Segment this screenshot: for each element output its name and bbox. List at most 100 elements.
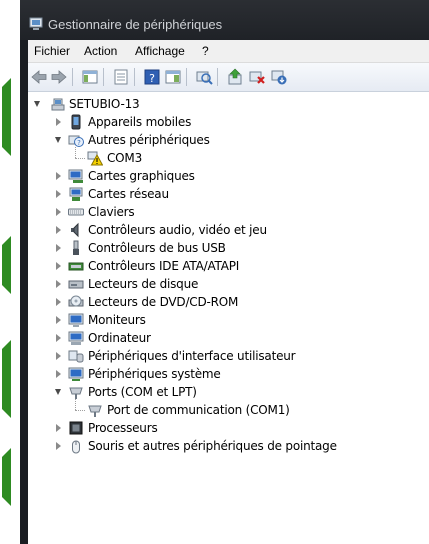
disk-drive-icon	[68, 280, 84, 289]
expand-arrow-icon[interactable]	[56, 316, 61, 324]
toolbar: ?	[28, 63, 429, 92]
menu-file[interactable]: Fichier	[34, 44, 70, 58]
expand-arrow-icon[interactable]	[34, 101, 40, 107]
tree-item[interactable]: Lecteurs de disque	[28, 275, 429, 293]
toolbar-separator	[186, 68, 187, 86]
tree-item-label: Périphériques système	[88, 367, 221, 381]
tree-item-label: Contrôleurs audio, vidéo et jeu	[88, 223, 267, 237]
port-icon	[88, 405, 102, 417]
device-tree: SETUBIO-13 Appareils mobiles? Autres péri…	[28, 92, 429, 544]
tree-item-label: Cartes graphiques	[88, 169, 195, 183]
tree-item[interactable]: Cartes réseau	[28, 185, 429, 203]
device-manager-window: Gestionnaire de périphériques Fichier Ac…	[20, 0, 429, 544]
tree-child-item[interactable]: COM3	[28, 147, 429, 167]
back-arrow-icon[interactable]	[30, 68, 48, 86]
help-icon[interactable]: ?	[143, 68, 161, 86]
expand-arrow-icon[interactable]	[56, 370, 61, 378]
expand-arrow-icon[interactable]	[56, 208, 61, 216]
processor-icon	[69, 421, 83, 435]
collapse-arrow-icon[interactable]	[55, 137, 61, 143]
warning-device-icon	[87, 151, 103, 166]
port-icon	[69, 387, 83, 399]
tree-item[interactable]: Cartes graphiques	[28, 167, 429, 185]
monitor-icon	[68, 313, 84, 327]
tree-child-item[interactable]: Port de communication (COM1)	[28, 399, 429, 419]
window-title: Gestionnaire de périphériques	[48, 17, 223, 32]
toolbar-separator	[217, 68, 218, 86]
tree-connector	[75, 158, 85, 159]
toolbar-separator	[134, 68, 135, 86]
expand-arrow-icon[interactable]	[56, 424, 61, 432]
background-decoration	[0, 78, 11, 156]
collapse-arrow-icon[interactable]	[55, 389, 61, 395]
tree-item[interactable]: Processeurs	[28, 419, 429, 437]
expand-arrow-icon[interactable]	[56, 442, 61, 450]
expand-arrow-icon[interactable]	[56, 226, 61, 234]
tree-item-label: Appareils mobiles	[88, 115, 192, 129]
display-adapter-icon	[68, 169, 83, 183]
tree-connector	[75, 410, 85, 411]
tree-item[interactable]: Contrôleurs IDE ATA/ATAPI	[28, 257, 429, 275]
tree-item-label: Moniteurs	[88, 313, 146, 327]
tree-item-label: Cartes réseau	[88, 187, 169, 201]
tree-root[interactable]: SETUBIO-13	[28, 95, 429, 113]
tree-item-label: Souris et autres périphériques de pointa…	[88, 439, 337, 453]
tree-item[interactable]: Claviers	[28, 203, 429, 221]
menu-help[interactable]: ?	[202, 44, 209, 58]
update-driver-icon[interactable]	[226, 68, 244, 86]
expand-arrow-icon[interactable]	[56, 298, 61, 306]
tree-item-label: Autres périphériques	[88, 133, 210, 147]
tree-item[interactable]: Périphériques d'interface utilisateur	[28, 347, 429, 365]
expand-arrow-icon[interactable]	[56, 262, 61, 270]
tree-item[interactable]: ? Autres périphériques	[28, 131, 429, 149]
expand-arrow-icon[interactable]	[56, 352, 61, 360]
device-manager-icon	[29, 17, 43, 30]
background-decoration	[0, 340, 11, 418]
tree-item-label: Processeurs	[88, 421, 158, 435]
scan-hardware-icon[interactable]	[195, 68, 213, 86]
ide-controller-icon	[68, 262, 84, 271]
toolbar-separator	[103, 68, 104, 86]
tree-item-label: Périphériques d'interface utilisateur	[88, 349, 296, 363]
tree-item[interactable]: Périphériques système	[28, 365, 429, 383]
toolbar-separator	[72, 68, 73, 86]
expand-arrow-icon[interactable]	[56, 280, 61, 288]
tree-item[interactable]: Contrôleurs de bus USB	[28, 239, 429, 257]
system-device-icon	[68, 367, 84, 381]
menu-view[interactable]: Affichage	[135, 44, 185, 58]
title-bar[interactable]: Gestionnaire de périphériques	[20, 0, 429, 40]
expand-arrow-icon[interactable]	[56, 190, 61, 198]
hid-icon	[68, 350, 84, 363]
expand-arrow-icon[interactable]	[56, 334, 61, 342]
network-adapter-icon	[69, 187, 83, 201]
expand-arrow-icon[interactable]	[56, 172, 61, 180]
tree-item[interactable]: Moniteurs	[28, 311, 429, 329]
tree-item[interactable]: Contrôleurs audio, vidéo et jeu	[28, 221, 429, 239]
unknown-device-icon: ?	[68, 135, 84, 147]
menu-action[interactable]: Action	[84, 44, 117, 58]
tree-connector	[75, 399, 76, 410]
tree-root-label: SETUBIO-13	[69, 97, 140, 111]
properties-icon[interactable]	[112, 68, 130, 86]
disable-device-icon[interactable]	[248, 68, 266, 86]
tree-item[interactable]: Ports (COM et LPT)	[28, 383, 429, 401]
expand-arrow-icon[interactable]	[56, 244, 61, 252]
computer-icon	[51, 98, 65, 111]
view-pane-icon[interactable]	[164, 68, 182, 86]
tree-item[interactable]: Souris et autres périphériques de pointa…	[28, 437, 429, 455]
forward-arrow-icon[interactable]	[50, 68, 68, 86]
tree-item[interactable]: Ordinateur	[28, 329, 429, 347]
speaker-icon	[71, 222, 79, 238]
tree-item-label: Lecteurs de DVD/CD-ROM	[88, 295, 239, 309]
tree-item-label: Ports (COM et LPT)	[88, 385, 197, 399]
tree-item-label: Contrôleurs de bus USB	[88, 241, 226, 255]
console-tree-icon[interactable]	[81, 68, 99, 86]
expand-arrow-icon[interactable]	[56, 118, 61, 126]
tree-child-label: Port de communication (COM1)	[107, 403, 290, 417]
tree-item[interactable]: Lecteurs de DVD/CD-ROM	[28, 293, 429, 311]
mouse-icon	[72, 440, 80, 454]
mobile-device-icon	[71, 114, 81, 130]
uninstall-device-icon[interactable]	[270, 68, 288, 86]
tree-item[interactable]: Appareils mobiles	[28, 113, 429, 131]
svg-text:?: ?	[77, 139, 81, 147]
